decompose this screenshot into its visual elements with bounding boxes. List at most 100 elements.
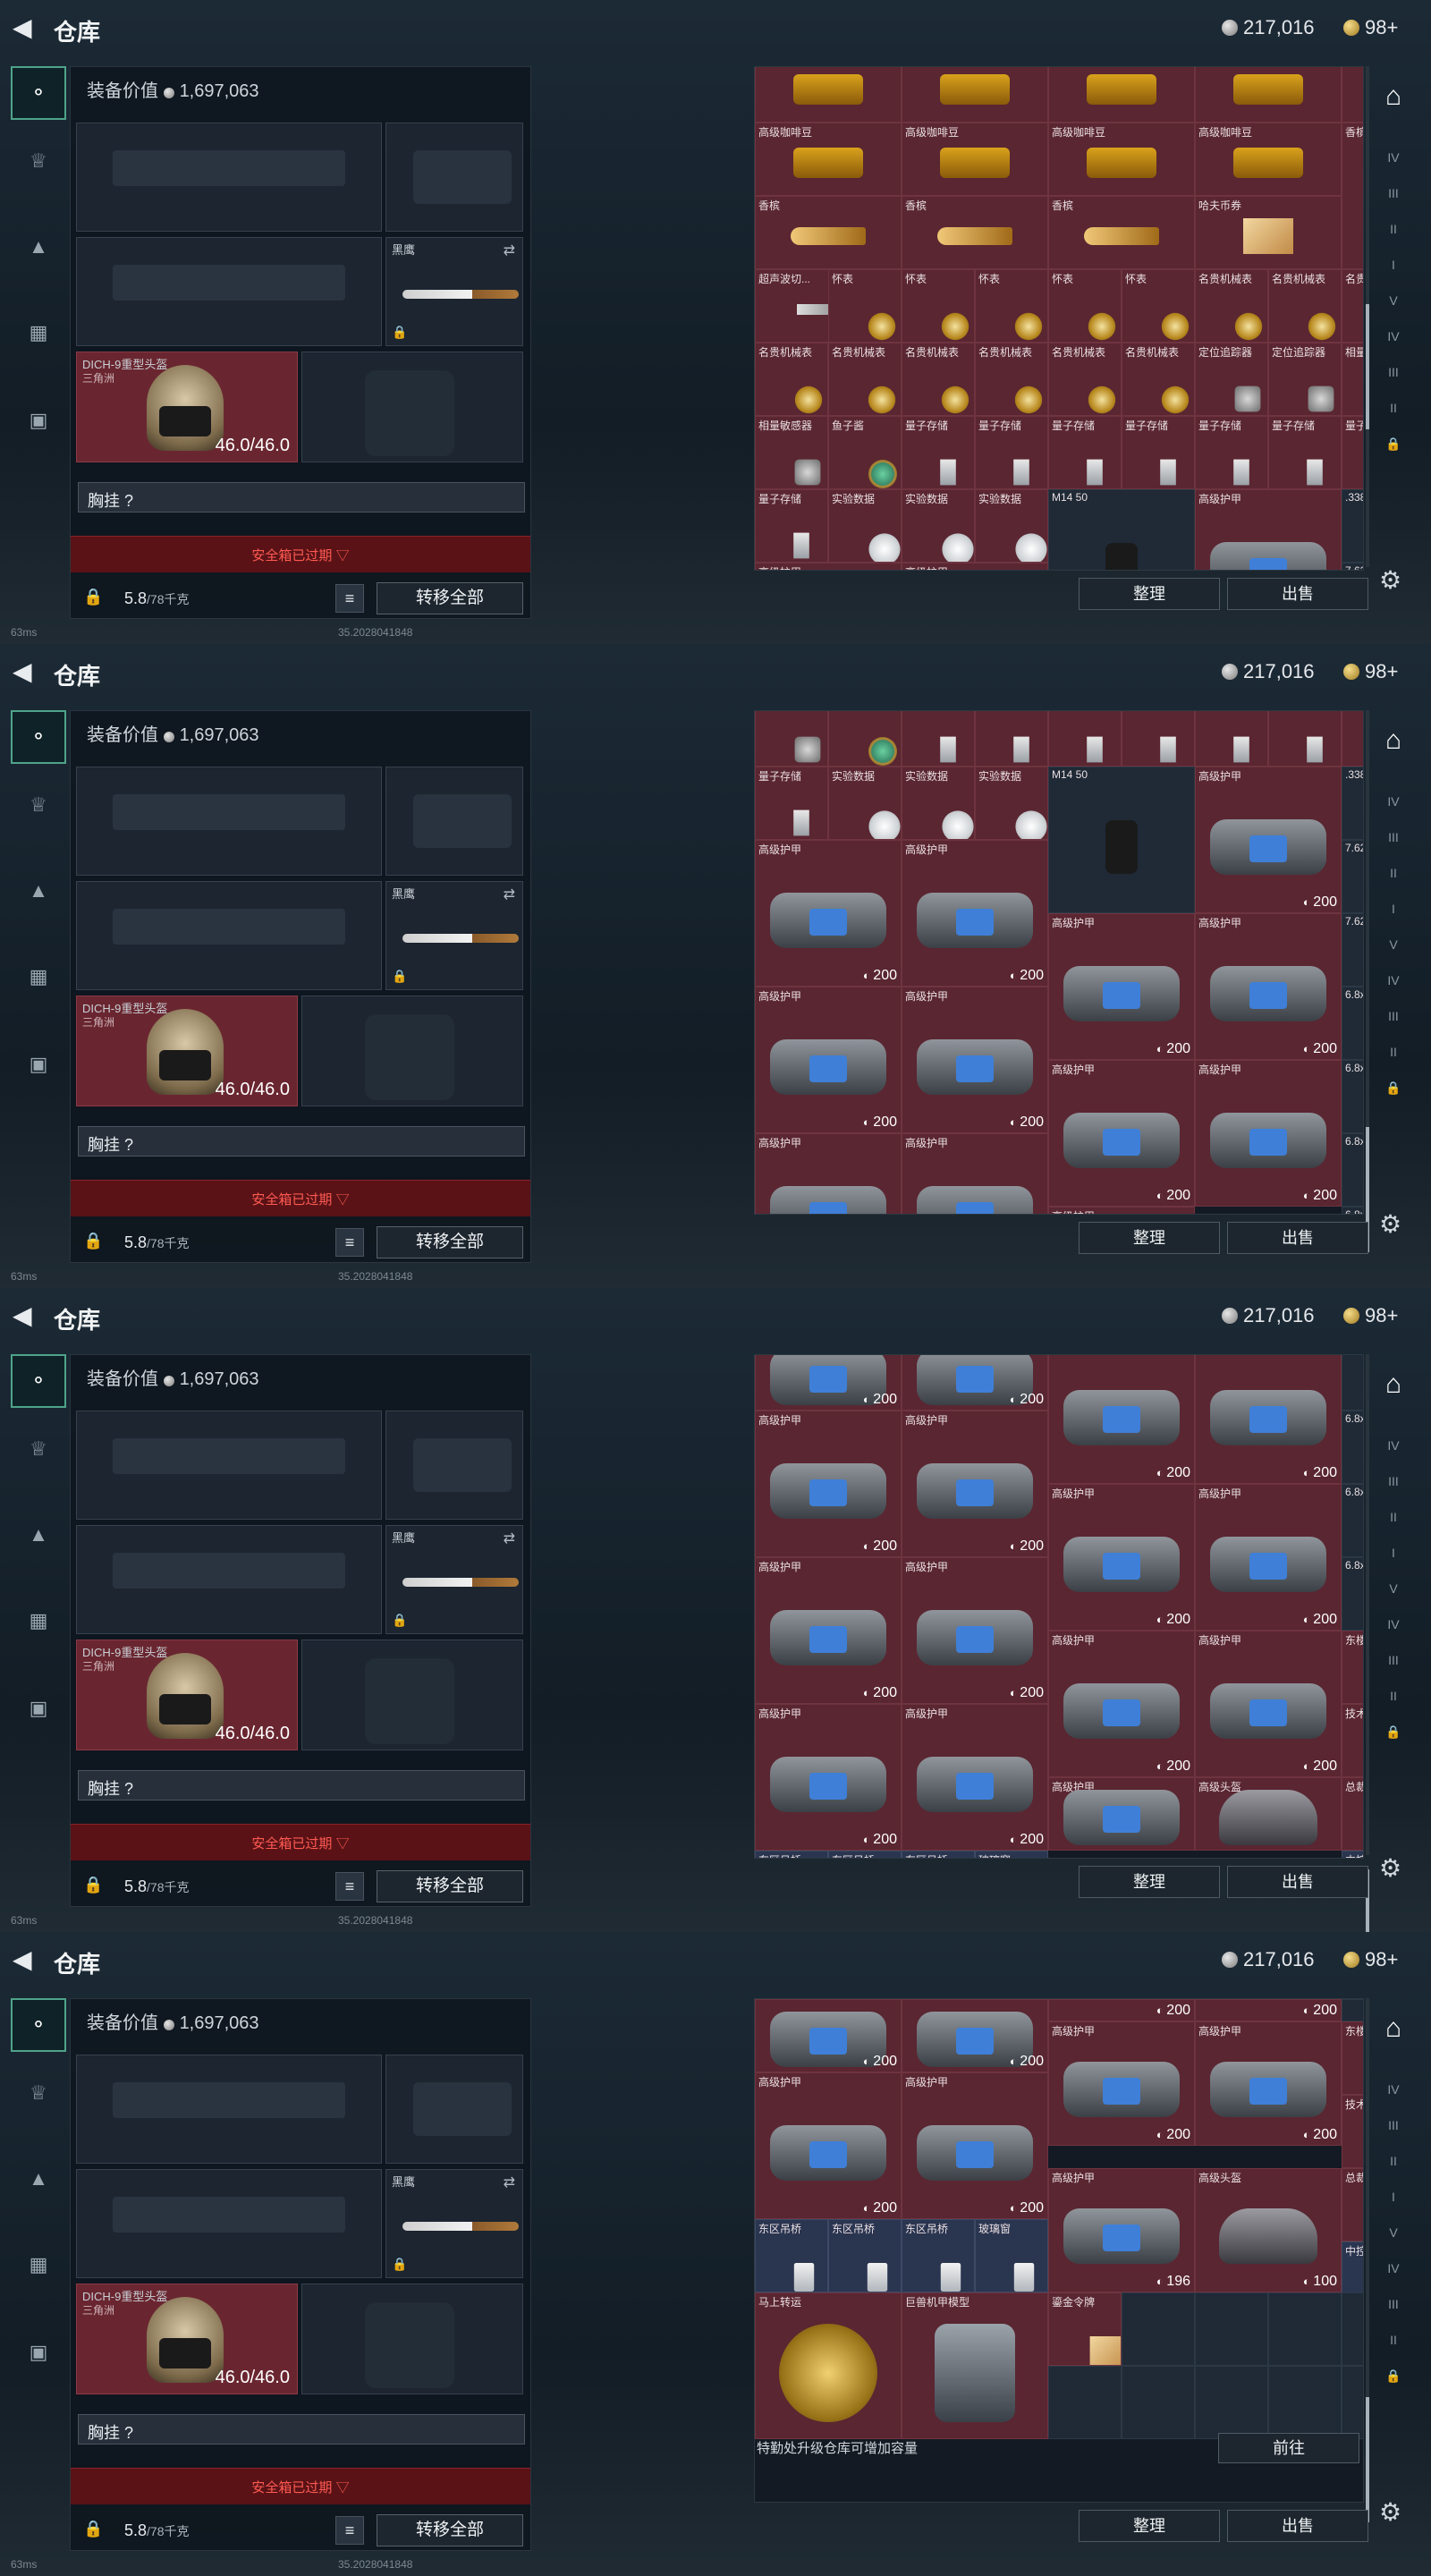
stash-item[interactable]: 6.8x51 FMJ60 bbox=[1342, 1060, 1363, 1133]
stash-item[interactable]: 高级咖啡豆 bbox=[755, 123, 902, 196]
stash-item[interactable]: 高级咖啡豆 bbox=[1048, 123, 1195, 196]
level-tab-icon[interactable]: III bbox=[1370, 818, 1417, 857]
safe-box-expired-bar[interactable]: 安全箱已过期 ▽ bbox=[71, 536, 530, 572]
stash-item[interactable]: 哈夫币券 bbox=[1195, 196, 1342, 269]
stash-item[interactable]: 怀表 bbox=[902, 269, 975, 343]
stash-item[interactable]: 高级护甲200 bbox=[902, 840, 1048, 987]
stash-item[interactable]: 高级护甲200 bbox=[1195, 1060, 1342, 1207]
stash-item[interactable]: 量子存储 bbox=[755, 489, 828, 563]
level-tab-icon[interactable]: I bbox=[1370, 245, 1417, 284]
level-tab-icon[interactable]: III bbox=[1370, 1640, 1417, 1680]
chest-rig-slot[interactable]: 胸挂 ? bbox=[78, 482, 525, 513]
level-tab-icon[interactable]: I bbox=[1370, 889, 1417, 928]
stash-item[interactable]: 20 bbox=[1342, 1999, 1363, 2021]
stash-item[interactable]: 量子存储 bbox=[902, 711, 975, 767]
lock-tab-icon[interactable]: 🔒 bbox=[1370, 1068, 1417, 1107]
stash-item[interactable]: 实验数据 bbox=[828, 489, 902, 563]
stash-item[interactable]: 名贵机械表 bbox=[755, 343, 828, 416]
stash-scroll-track[interactable] bbox=[1366, 1354, 1369, 1855]
primary-weapon-slot[interactable] bbox=[76, 123, 382, 232]
stash-item[interactable] bbox=[1342, 2366, 1363, 2439]
stash-item[interactable]: 7.62x51 M bbox=[1342, 913, 1363, 987]
stash-item[interactable] bbox=[1195, 2366, 1268, 2439]
stash-item[interactable]: 高级护甲200 bbox=[1195, 767, 1342, 913]
stash-item[interactable]: 高级护甲 bbox=[1048, 1207, 1195, 1214]
stash-item[interactable]: 高级护甲200 bbox=[755, 1411, 902, 1557]
stash-item[interactable]: 名贵机械表 bbox=[1268, 269, 1342, 343]
helmet-tab-icon[interactable]: ♕ bbox=[11, 778, 66, 832]
stash-item[interactable] bbox=[1268, 2366, 1342, 2439]
stash-item[interactable]: 东楼经理室 bbox=[1342, 2021, 1363, 2095]
transfer-all-button[interactable]: 转移全部 bbox=[377, 1226, 523, 1258]
stash-item[interactable]: 200 bbox=[755, 1999, 902, 2072]
safe-box-expired-bar[interactable]: 安全箱已过期 ▽ bbox=[71, 1180, 530, 1216]
stash-item[interactable]: 名贵机械表 bbox=[1048, 343, 1122, 416]
stash-item[interactable]: 高级护甲200 bbox=[1195, 1484, 1342, 1631]
armor-slot[interactable] bbox=[301, 1640, 523, 1750]
helmet-slot[interactable]: DICH-9重型头盔 三角洲 46.0/46.0 bbox=[76, 352, 298, 462]
level-tab-icon[interactable]: II bbox=[1370, 1676, 1417, 1716]
briefcase-tab-icon[interactable]: ▣ bbox=[11, 1038, 66, 1091]
back-arrow-icon[interactable]: ◀ bbox=[13, 14, 39, 41]
level-tab-icon[interactable]: II bbox=[1370, 853, 1417, 893]
stash-item[interactable]: 怀表 bbox=[1122, 269, 1195, 343]
stash-item[interactable]: 量子存储 bbox=[975, 416, 1048, 489]
stash-item[interactable]: 高级护甲200 bbox=[902, 987, 1048, 1133]
sort-button[interactable]: 整理 bbox=[1079, 1866, 1220, 1898]
primary-weapon-slot[interactable] bbox=[76, 1411, 382, 1520]
list-view-button[interactable]: ≡ bbox=[335, 584, 364, 613]
list-view-button[interactable]: ≡ bbox=[335, 1228, 364, 1257]
briefcase-tab-icon[interactable]: ▣ bbox=[11, 394, 66, 447]
stash-item[interactable]: 200 bbox=[1048, 1999, 1195, 2021]
stash-item[interactable]: 相量敏感器 bbox=[755, 416, 828, 489]
level-tab-icon[interactable]: IV bbox=[1370, 961, 1417, 1000]
helmet-slot[interactable]: DICH-9重型头盔 三角洲 46.0/46.0 bbox=[76, 1640, 298, 1750]
stash-item[interactable]: 实验数据 bbox=[902, 767, 975, 840]
level-tab-icon[interactable]: V bbox=[1370, 1569, 1417, 1608]
stash-item[interactable]: 高级护甲200 bbox=[755, 840, 902, 987]
stash-item[interactable] bbox=[1122, 2292, 1195, 2366]
gear-icon[interactable]: ⚙ bbox=[1379, 1853, 1401, 1883]
stash-item[interactable]: 巨兽机甲模型 bbox=[902, 2292, 1048, 2439]
stash-item[interactable]: 东区吊桥 bbox=[828, 1851, 902, 1858]
stash-item[interactable]: 高级护甲 bbox=[902, 563, 1048, 570]
stash-item[interactable]: .338 AP16 bbox=[1342, 767, 1363, 840]
stash-item[interactable]: M14 50 bbox=[1048, 767, 1195, 913]
stash-item[interactable]: 高级护甲200 bbox=[902, 1411, 1048, 1557]
stash-item[interactable]: 相量敏感器 bbox=[755, 711, 828, 767]
secondary-weapon-slot[interactable] bbox=[76, 2169, 382, 2278]
stash-item[interactable]: 高级护甲200 bbox=[1048, 1355, 1195, 1484]
stash-item[interactable]: 7.62x54R bbox=[1342, 563, 1363, 570]
level-tab-icon[interactable]: II bbox=[1370, 1032, 1417, 1072]
level-tab-icon[interactable]: II bbox=[1370, 1497, 1417, 1537]
armor-slot[interactable] bbox=[301, 352, 523, 462]
stash-scrollbar[interactable] bbox=[1366, 2397, 1369, 2522]
stash-item[interactable]: 量子存储 bbox=[1342, 416, 1363, 489]
stash-item[interactable] bbox=[1048, 2366, 1122, 2439]
sort-button[interactable]: 整理 bbox=[1079, 1222, 1220, 1254]
stash-item[interactable]: 6.8x51 FMJ60 bbox=[1342, 1411, 1363, 1484]
level-tab-icon[interactable]: IV bbox=[1370, 2070, 1417, 2109]
level-tab-icon[interactable]: V bbox=[1370, 925, 1417, 964]
helmet-tab-icon[interactable]: ♕ bbox=[11, 1422, 66, 1476]
home-tab-icon[interactable]: ⌂ bbox=[1370, 2009, 1417, 2048]
stash-item[interactable]: 6.8x51 bbox=[1342, 1207, 1363, 1214]
pistol-slot[interactable] bbox=[385, 767, 523, 876]
secondary-weapon-slot[interactable] bbox=[76, 237, 382, 346]
clipboard-tab-icon[interactable]: ▦ bbox=[11, 306, 66, 360]
goto-button[interactable]: 前往 bbox=[1218, 2433, 1359, 2463]
stash-item[interactable]: 玻璃窗 bbox=[975, 2219, 1048, 2292]
secondary-weapon-slot[interactable] bbox=[76, 1525, 382, 1634]
level-tab-icon[interactable]: I bbox=[1370, 1533, 1417, 1572]
stash-item[interactable]: 高级护甲200 bbox=[755, 2072, 902, 2219]
swap-icon[interactable]: ⇄ bbox=[504, 886, 515, 903]
stash-item[interactable]: 量子存储 bbox=[1195, 416, 1268, 489]
pistol-slot[interactable] bbox=[385, 2055, 523, 2164]
backpack-tab-icon[interactable]: ▲ bbox=[11, 2152, 66, 2206]
stash-item[interactable]: 高级护甲200 bbox=[902, 1704, 1048, 1851]
stash-item[interactable]: 量子存储 bbox=[1268, 416, 1342, 489]
stash-item[interactable]: 怀表 bbox=[975, 269, 1048, 343]
level-tab-icon[interactable]: III bbox=[1370, 2284, 1417, 2324]
list-view-button[interactable]: ≡ bbox=[335, 2516, 364, 2545]
secondary-weapon-slot[interactable] bbox=[76, 881, 382, 990]
